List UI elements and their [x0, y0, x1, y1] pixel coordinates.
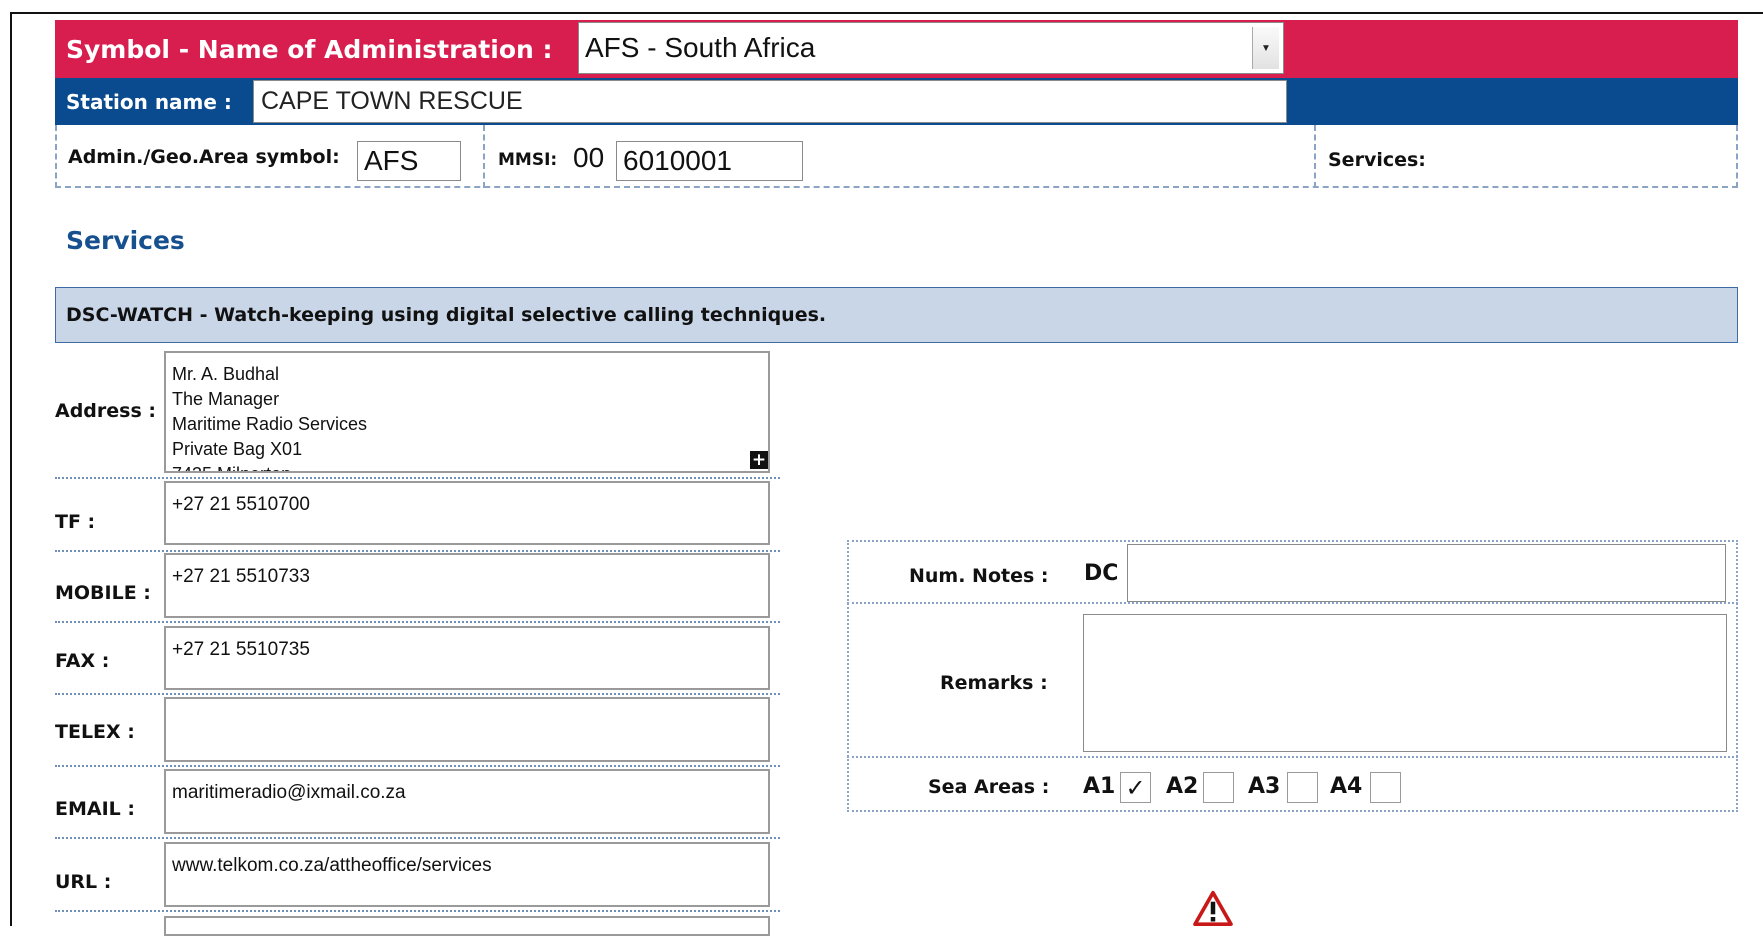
num-notes-prefix: DC — [1084, 561, 1119, 586]
mmsi-label: MMSI: — [498, 150, 558, 170]
num-notes-input[interactable] — [1127, 544, 1726, 602]
sea-area-a2-label: A2 — [1166, 774, 1199, 799]
panel-separator — [847, 602, 1738, 604]
row-separator — [55, 550, 780, 552]
station-label: Station name : — [55, 78, 251, 125]
row-separator — [55, 910, 780, 912]
tf-input[interactable]: +27 21 5510700 — [164, 481, 770, 545]
mmsi-input[interactable]: 6010001 — [616, 141, 803, 181]
remarks-label: Remarks : — [940, 672, 1048, 694]
address-line: Maritime Radio Services — [172, 414, 368, 434]
sea-area-a4-label: A4 — [1330, 774, 1363, 799]
row-separator — [55, 477, 780, 479]
tf-label: TF : — [55, 511, 96, 533]
url-input[interactable]: www.telkom.co.za/attheoffice/services — [164, 842, 770, 907]
address-label: Address : — [55, 400, 156, 422]
row-separator — [55, 765, 780, 767]
sea-areas-label: Sea Areas : — [928, 776, 1050, 798]
address-line: Private Bag X01 — [172, 439, 303, 459]
sea-area-a4-checkbox[interactable] — [1370, 772, 1401, 803]
chevron-down-icon[interactable]: ▼ — [1252, 27, 1279, 69]
address-line: Mr. A. Budhal — [172, 364, 280, 384]
admin-header-right — [1288, 20, 1738, 78]
row-separator — [55, 621, 780, 623]
next-field-input[interactable] — [164, 916, 770, 936]
admin-label: Symbol - Name of Administration : — [55, 20, 576, 78]
geo-services-label: Services: — [1328, 149, 1426, 171]
row-separator — [55, 837, 780, 839]
sea-area-a3-label: A3 — [1248, 774, 1281, 799]
station-header-right — [1288, 78, 1738, 125]
panel-separator — [847, 756, 1738, 758]
admin-select-value: AFS - South Africa — [585, 32, 816, 63]
sea-area-a3-checkbox[interactable] — [1287, 772, 1318, 803]
row-separator — [55, 693, 780, 695]
geo-divider — [483, 125, 485, 188]
url-label: URL : — [55, 871, 112, 893]
fax-label: FAX : — [55, 650, 110, 672]
geo-divider — [1314, 125, 1316, 188]
sea-area-a2-checkbox[interactable] — [1203, 772, 1234, 803]
geo-symbol-label: Admin./Geo.Area symbol: — [68, 146, 340, 168]
station-name-input[interactable]: CAPE TOWN RESCUE — [253, 80, 1287, 123]
address-line: 7435 Milnerton — [172, 462, 762, 471]
email-label: EMAIL : — [55, 798, 135, 820]
sea-area-a1-label: A1 — [1083, 774, 1116, 799]
check-icon: ✓ — [1125, 773, 1146, 802]
admin-select[interactable]: AFS - South Africa ▼ — [578, 22, 1284, 74]
geo-symbol-input[interactable]: AFS — [357, 141, 461, 181]
address-line: The Manager — [172, 389, 280, 409]
services-title: Services — [66, 226, 185, 255]
fax-input[interactable]: +27 21 5510735 — [164, 626, 770, 690]
telex-label: TELEX : — [55, 721, 135, 743]
mobile-input[interactable]: +27 21 5510733 — [164, 553, 770, 618]
address-textarea[interactable]: Mr. A. Budhal The Manager Maritime Radio… — [164, 351, 770, 473]
telex-input[interactable] — [164, 697, 770, 762]
mobile-label: MOBILE : — [55, 582, 151, 604]
email-input[interactable]: maritimeradio@ixmail.co.za — [164, 769, 770, 834]
mmsi-prefix: 00 — [573, 142, 605, 173]
expand-plus-icon[interactable]: + — [750, 451, 768, 469]
num-notes-label: Num. Notes : — [909, 565, 1049, 587]
service-description: DSC-WATCH - Watch-keeping using digital … — [55, 287, 1738, 343]
sea-area-a1-checkbox[interactable]: ✓ — [1120, 772, 1151, 803]
remarks-textarea[interactable] — [1083, 614, 1727, 752]
warning-icon — [1193, 890, 1233, 926]
